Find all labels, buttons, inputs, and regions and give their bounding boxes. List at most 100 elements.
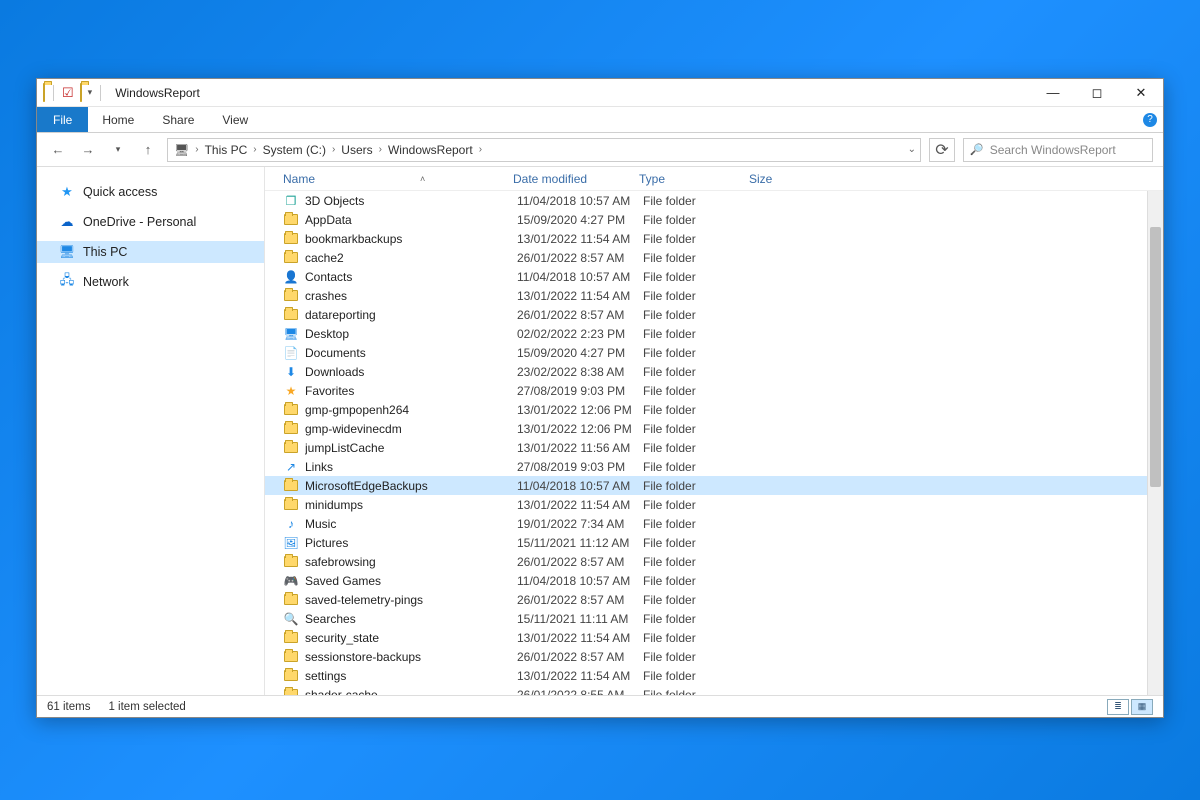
folder-icon bbox=[283, 421, 299, 437]
table-row[interactable]: 🖼Pictures15/11/2021 11:12 AMFile folder bbox=[265, 533, 1163, 552]
table-row[interactable]: ♪Music19/01/2022 7:34 AMFile folder bbox=[265, 514, 1163, 533]
help-button[interactable]: ? bbox=[1137, 107, 1163, 132]
file-name: Saved Games bbox=[305, 574, 517, 588]
table-row[interactable]: saved-telemetry-pings26/01/2022 8:57 AMF… bbox=[265, 590, 1163, 609]
column-name[interactable]: Name˄ bbox=[283, 172, 513, 186]
file-name: Links bbox=[305, 460, 517, 474]
tab-share[interactable]: Share bbox=[148, 107, 208, 132]
file-name: gmp-widevinecdm bbox=[305, 422, 517, 436]
search-icon: 🔍 bbox=[970, 143, 984, 156]
refresh-button[interactable]: ⟳ bbox=[929, 138, 955, 162]
nav-item-onedrive-personal[interactable]: ☁OneDrive - Personal bbox=[37, 211, 264, 233]
breadcrumb-users[interactable]: Users bbox=[339, 143, 374, 157]
tab-home[interactable]: Home bbox=[88, 107, 148, 132]
vertical-scrollbar[interactable] bbox=[1147, 191, 1163, 695]
search-placeholder: Search WindowsReport bbox=[990, 143, 1116, 157]
file-name: crashes bbox=[305, 289, 517, 303]
table-row[interactable]: 📄Documents15/09/2020 4:27 PMFile folder bbox=[265, 343, 1163, 362]
table-row[interactable]: jumpListCache13/01/2022 11:56 AMFile fol… bbox=[265, 438, 1163, 457]
search-input[interactable]: 🔍 Search WindowsReport bbox=[963, 138, 1153, 162]
file-name: shader-cache bbox=[305, 688, 517, 696]
cube-icon: ❒ bbox=[283, 193, 299, 209]
table-row[interactable]: security_state13/01/2022 11:54 AMFile fo… bbox=[265, 628, 1163, 647]
table-row[interactable]: AppData15/09/2020 4:27 PMFile folder bbox=[265, 210, 1163, 229]
table-row[interactable]: gmp-widevinecdm13/01/2022 12:06 PMFile f… bbox=[265, 419, 1163, 438]
table-row[interactable]: safebrowsing26/01/2022 8:57 AMFile folde… bbox=[265, 552, 1163, 571]
file-type: File folder bbox=[643, 688, 753, 696]
details-view-button[interactable]: ≣ bbox=[1107, 699, 1129, 715]
folder-icon bbox=[283, 478, 299, 494]
table-row[interactable]: 🔍Searches15/11/2021 11:11 AMFile folder bbox=[265, 609, 1163, 628]
file-date: 13/01/2022 11:54 AM bbox=[517, 631, 643, 645]
scrollbar-thumb[interactable] bbox=[1150, 227, 1161, 487]
file-type: File folder bbox=[643, 422, 753, 436]
column-date[interactable]: Date modified bbox=[513, 172, 639, 186]
nav-item-this-pc[interactable]: 🖥This PC bbox=[37, 241, 264, 263]
table-row[interactable]: ↗Links27/08/2019 9:03 PMFile folder bbox=[265, 457, 1163, 476]
contacts-icon: 👤 bbox=[283, 269, 299, 285]
properties-icon[interactable]: ☑ bbox=[62, 85, 74, 101]
forward-button[interactable]: → bbox=[77, 139, 99, 161]
table-row[interactable]: 🎮Saved Games11/04/2018 10:57 AMFile fold… bbox=[265, 571, 1163, 590]
file-tab[interactable]: File bbox=[37, 107, 88, 132]
table-row[interactable]: datareporting26/01/2022 8:57 AMFile fold… bbox=[265, 305, 1163, 324]
column-type[interactable]: Type bbox=[639, 172, 749, 186]
breadcrumb-current[interactable]: WindowsReport bbox=[386, 143, 475, 157]
chevron-right-icon[interactable]: › bbox=[375, 144, 386, 155]
breadcrumb-this-pc[interactable]: This PC bbox=[203, 143, 250, 157]
minimize-button[interactable]: ― bbox=[1031, 79, 1075, 107]
folder-icon bbox=[283, 497, 299, 513]
table-row[interactable]: ★Favorites27/08/2019 9:03 PMFile folder bbox=[265, 381, 1163, 400]
table-row[interactable]: sessionstore-backups26/01/2022 8:57 AMFi… bbox=[265, 647, 1163, 666]
table-row[interactable]: 👤Contacts11/04/2018 10:57 AMFile folder bbox=[265, 267, 1163, 286]
chevron-right-icon[interactable]: › bbox=[249, 144, 260, 155]
folder-icon bbox=[283, 212, 299, 228]
table-row[interactable]: crashes13/01/2022 11:54 AMFile folder bbox=[265, 286, 1163, 305]
file-type: File folder bbox=[643, 536, 753, 550]
table-row[interactable]: gmp-gmpopenh26413/01/2022 12:06 PMFile f… bbox=[265, 400, 1163, 419]
file-date: 11/04/2018 10:57 AM bbox=[517, 194, 643, 208]
back-button[interactable]: ← bbox=[47, 139, 69, 161]
table-row[interactable]: bookmarkbackups13/01/2022 11:54 AMFile f… bbox=[265, 229, 1163, 248]
nav-item-label: Network bbox=[83, 275, 129, 289]
chevron-right-icon[interactable]: › bbox=[328, 144, 339, 155]
file-type: File folder bbox=[643, 308, 753, 322]
link-icon: ↗ bbox=[283, 459, 299, 475]
file-type: File folder bbox=[643, 194, 753, 208]
address-dropdown-icon[interactable]: ⌄ bbox=[908, 144, 916, 155]
file-list: ❒3D Objects11/04/2018 10:57 AMFile folde… bbox=[265, 191, 1163, 695]
table-row[interactable]: ❒3D Objects11/04/2018 10:57 AMFile folde… bbox=[265, 191, 1163, 210]
file-date: 23/02/2022 8:38 AM bbox=[517, 365, 643, 379]
file-name: security_state bbox=[305, 631, 517, 645]
tab-view[interactable]: View bbox=[208, 107, 262, 132]
search-icon: 🔍 bbox=[283, 611, 299, 627]
table-row[interactable]: MicrosoftEdgeBackups11/04/2018 10:57 AMF… bbox=[265, 476, 1163, 495]
folder-icon bbox=[283, 649, 299, 665]
table-row[interactable]: ⬇Downloads23/02/2022 8:38 AMFile folder bbox=[265, 362, 1163, 381]
up-button[interactable]: ↑ bbox=[137, 139, 159, 161]
file-name: Music bbox=[305, 517, 517, 531]
file-type: File folder bbox=[643, 346, 753, 360]
table-row[interactable]: shader-cache26/01/2022 8:55 AMFile folde… bbox=[265, 685, 1163, 695]
table-row[interactable]: minidumps13/01/2022 11:54 AMFile folder bbox=[265, 495, 1163, 514]
nav-item-quick-access[interactable]: ★Quick access bbox=[37, 181, 264, 203]
table-row[interactable]: 🖥Desktop02/02/2022 2:23 PMFile folder bbox=[265, 324, 1163, 343]
breadcrumb-drive[interactable]: System (C:) bbox=[261, 143, 328, 157]
column-size[interactable]: Size bbox=[749, 172, 819, 186]
address-bar[interactable]: 🖥 › This PC › System (C:) › Users › Wind… bbox=[167, 138, 921, 162]
new-folder-icon[interactable] bbox=[80, 84, 82, 102]
file-type: File folder bbox=[643, 365, 753, 379]
customize-qat-icon[interactable]: ▾ bbox=[88, 87, 93, 98]
thumbnails-view-button[interactable]: ▦ bbox=[1131, 699, 1153, 715]
recent-dropdown-icon[interactable]: ▾ bbox=[107, 139, 129, 161]
nav-item-network[interactable]: 🖧Network bbox=[37, 271, 264, 293]
maximize-button[interactable]: ◻ bbox=[1075, 79, 1119, 107]
nav-item-label: Quick access bbox=[83, 185, 157, 199]
close-button[interactable]: ✕ bbox=[1119, 79, 1163, 107]
status-bar: 61 items 1 item selected ≣ ▦ bbox=[37, 695, 1163, 717]
chevron-right-icon[interactable]: › bbox=[191, 144, 202, 155]
chevron-right-icon[interactable]: › bbox=[475, 144, 486, 155]
file-name: minidumps bbox=[305, 498, 517, 512]
table-row[interactable]: settings13/01/2022 11:54 AMFile folder bbox=[265, 666, 1163, 685]
table-row[interactable]: cache226/01/2022 8:57 AMFile folder bbox=[265, 248, 1163, 267]
